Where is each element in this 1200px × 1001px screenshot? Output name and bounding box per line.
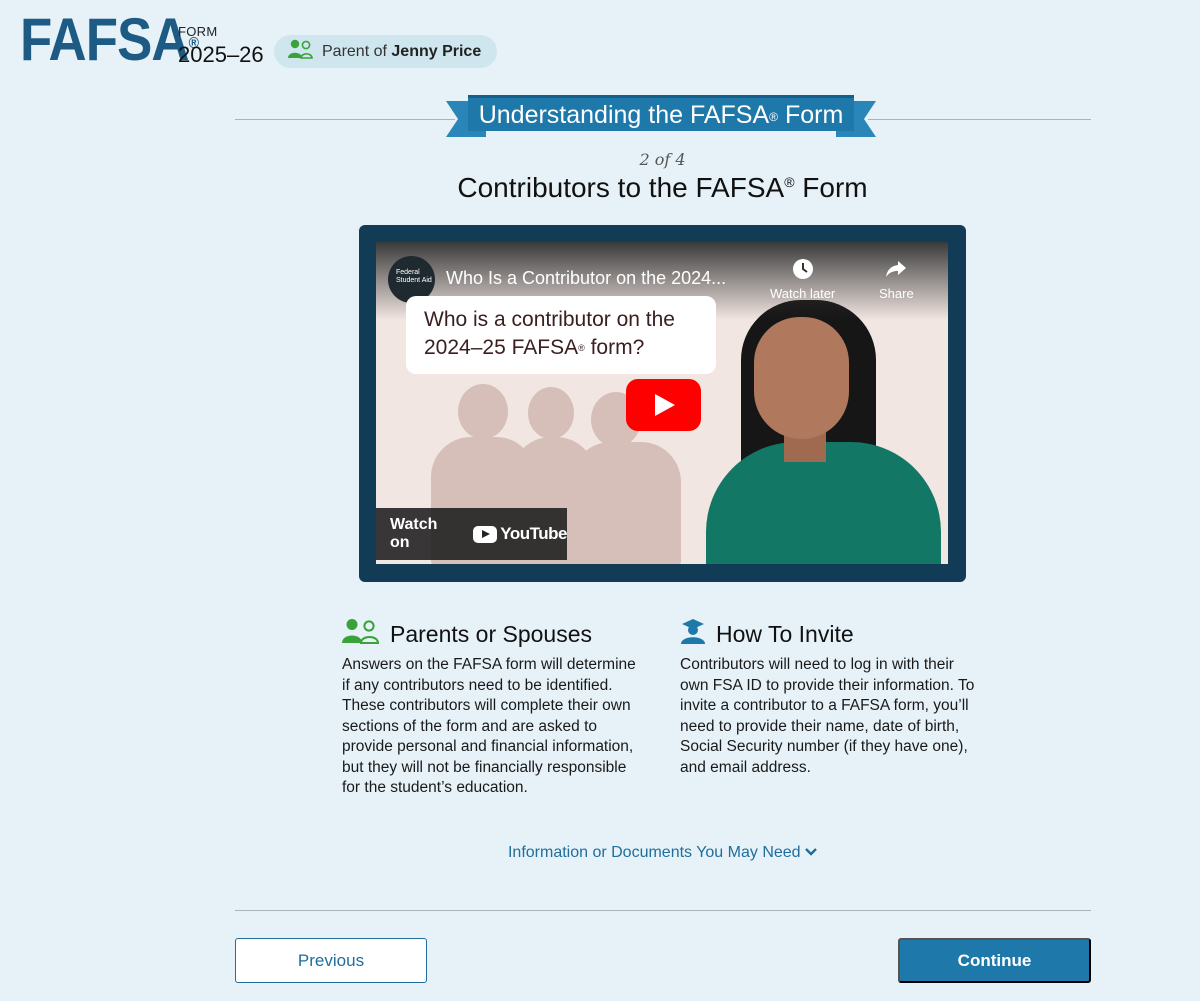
banner-title: Understanding the FAFSA® Form (468, 95, 854, 131)
invite-section: How To Invite Contributors will need to … (680, 618, 980, 778)
previous-button[interactable]: Previous (235, 938, 427, 983)
parent-users-icon (288, 39, 314, 64)
silhouette-head (528, 387, 574, 439)
invite-heading: How To Invite (680, 618, 980, 650)
role-text: Parent of Jenny Price (322, 42, 482, 60)
youtube-video-player[interactable]: Federal Student Aid Who Is a Contributor… (376, 242, 948, 564)
role-badge: Parent of Jenny Price (274, 35, 498, 68)
banner-divider-left (235, 119, 455, 120)
share-button[interactable]: Share (879, 258, 914, 301)
chevron-down-icon (805, 844, 817, 861)
watch-on-youtube-button[interactable]: Watch on YouTube (376, 508, 567, 560)
silhouette-body (571, 442, 681, 564)
video-frame: Federal Student Aid Who Is a Contributor… (359, 225, 966, 582)
documents-accordion-link[interactable]: Information or Documents You May Need (0, 844, 1200, 862)
step-indicator: 2 of 4 (639, 150, 686, 169)
continue-button[interactable]: Continue (898, 938, 1091, 983)
share-arrow-icon (879, 258, 914, 286)
parents-heading: Parents or Spouses (342, 618, 642, 650)
invite-description: Contributors will need to log in with th… (680, 656, 975, 776)
fafsa-logo[interactable]: FAFSA® (20, 8, 199, 72)
form-label: FORM (178, 24, 218, 39)
watch-later-button[interactable]: Watch later (770, 258, 835, 301)
youtube-logo: YouTube (473, 524, 567, 544)
section-banner: Understanding the FAFSA® Form (446, 95, 876, 137)
footer-divider (235, 910, 1091, 911)
page-title: Contributors to the FAFSA® Form (457, 172, 868, 203)
play-button[interactable] (626, 379, 701, 431)
clock-icon (770, 258, 835, 286)
parents-section: Parents or Spouses Answers on the FAFSA … (342, 618, 642, 799)
parents-description: Answers on the FAFSA form will determine… (342, 656, 636, 796)
form-year: 2025–26 (178, 42, 264, 67)
illustration-face (754, 317, 849, 439)
parent-users-icon (342, 618, 380, 650)
silhouette-head (458, 384, 508, 439)
video-title[interactable]: Who Is a Contributor on the 2024... (446, 268, 726, 289)
speech-bubble: Who is a contributor on the 2024–25 FAFS… (406, 296, 716, 374)
youtube-play-icon (473, 525, 498, 543)
graduate-user-icon (680, 618, 706, 650)
banner-divider-right (868, 119, 1091, 120)
